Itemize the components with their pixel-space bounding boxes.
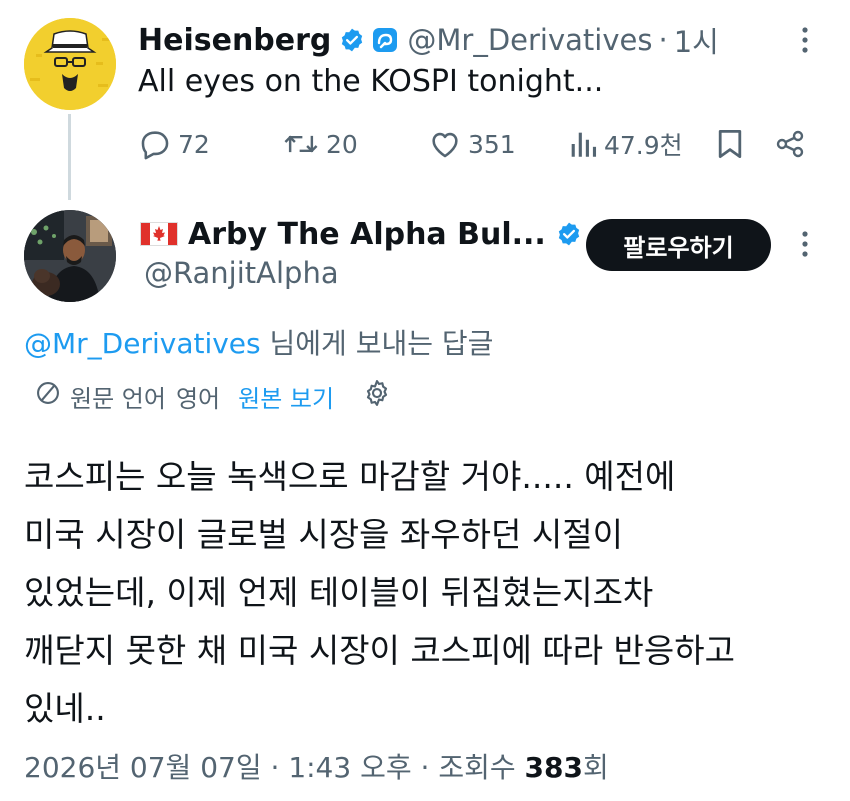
share-icon bbox=[776, 130, 804, 158]
affiliate-badge-icon[interactable] bbox=[373, 28, 398, 52]
verified-badge-icon bbox=[339, 27, 365, 53]
reply-tweet-header: Arby The Alpha Bul... bbox=[140, 214, 582, 254]
reply-count: 72 bbox=[178, 129, 210, 159]
views-count: 383 bbox=[524, 751, 583, 784]
like-icon bbox=[432, 132, 458, 158]
show-original-link[interactable]: 원본 보기 bbox=[238, 379, 334, 414]
separator-dot: · bbox=[261, 751, 289, 784]
reply-icon bbox=[141, 131, 169, 160]
repost-button[interactable]: 20 bbox=[282, 124, 358, 164]
text-line: 있었는데, 이제 언제 테이블이 뒤집혔는지조차 bbox=[24, 573, 654, 612]
repost-count: 20 bbox=[326, 129, 358, 159]
author-handle[interactable]: @Mr_Derivatives bbox=[407, 23, 652, 57]
parent-tweet-header: Heisenberg @Mr_Derivatives · 1시 bbox=[138, 20, 719, 60]
avatar-heisenberg[interactable] bbox=[24, 18, 116, 110]
like-button[interactable]: 351 bbox=[428, 124, 516, 164]
text-line: 깨닫지 못한 채 미국 시장이 코스피에 따라 반응하고 bbox=[24, 631, 735, 670]
verified-badge-icon bbox=[556, 221, 582, 247]
tweet-time[interactable]: 1시 bbox=[674, 19, 719, 61]
more-options-icon[interactable] bbox=[795, 228, 815, 260]
bookmark-icon bbox=[718, 130, 742, 158]
text-line: 있네.. bbox=[24, 689, 106, 728]
views-suffix: 회 bbox=[582, 751, 609, 784]
tweet-metadata: 2026년 07월 07일 · 1:43 오후 · 조회수 383회 bbox=[24, 746, 609, 786]
tweet-time[interactable]: 1:43 오후 bbox=[288, 751, 411, 784]
ranjitalpha-avatar-image bbox=[24, 210, 116, 302]
reply-button[interactable]: 72 bbox=[138, 124, 210, 164]
replying-to-suffix: 님에게 보내는 답글 bbox=[260, 327, 494, 360]
more-options-icon[interactable] bbox=[795, 24, 815, 56]
tweet-actions-bar: 72 20 351 47.9천 bbox=[0, 124, 850, 164]
bookmark-button[interactable] bbox=[716, 124, 744, 164]
reply-author-handle[interactable]: @RanjitAlpha bbox=[144, 256, 339, 290]
repost-icon bbox=[284, 135, 318, 153]
like-count: 351 bbox=[468, 129, 516, 159]
text-line: 코스피는 오늘 녹색으로 마감할 거야..... 예전에 bbox=[24, 457, 676, 496]
share-button[interactable] bbox=[774, 124, 806, 164]
separator-dot: · bbox=[411, 751, 439, 784]
reply-author-name[interactable]: Arby The Alpha Bul... bbox=[188, 217, 546, 252]
author-name[interactable]: Heisenberg bbox=[138, 23, 331, 58]
views-icon bbox=[571, 132, 597, 157]
gear-icon[interactable] bbox=[362, 378, 392, 414]
avatar-ranjitalpha[interactable] bbox=[24, 210, 116, 302]
reply-tweet-text: 코스피는 오늘 녹색으로 마감할 거야..... 예전에 미국 시장이 글로벌 … bbox=[24, 448, 834, 738]
original-language-value: 영어 bbox=[175, 384, 221, 413]
views-label: 조회수 bbox=[438, 751, 525, 784]
translate-icon bbox=[34, 379, 62, 413]
canada-flag-icon bbox=[140, 222, 178, 246]
tweet-date[interactable]: 2026년 07월 07일 bbox=[24, 751, 262, 784]
follow-button[interactable]: 팔로우하기 bbox=[586, 219, 771, 271]
separator-dot: · bbox=[658, 23, 668, 57]
heisenberg-avatar-image bbox=[24, 18, 116, 110]
translation-bar: 원문 언어 영어 원본 보기 bbox=[34, 376, 392, 416]
views-button[interactable]: 47.9천 bbox=[568, 124, 683, 164]
replying-to-mention-link[interactable]: @Mr_Derivatives bbox=[24, 327, 261, 360]
parent-tweet-text: All eyes on the KOSPI tonight... bbox=[138, 64, 604, 99]
original-language-label: 원문 언어 bbox=[70, 384, 166, 413]
text-line: 미국 시장이 글로벌 시장을 좌우하던 시절이 bbox=[24, 515, 623, 554]
replying-to-line: @Mr_Derivatives 님에게 보내는 답글 bbox=[24, 322, 493, 362]
view-count: 47.9천 bbox=[604, 131, 683, 160]
